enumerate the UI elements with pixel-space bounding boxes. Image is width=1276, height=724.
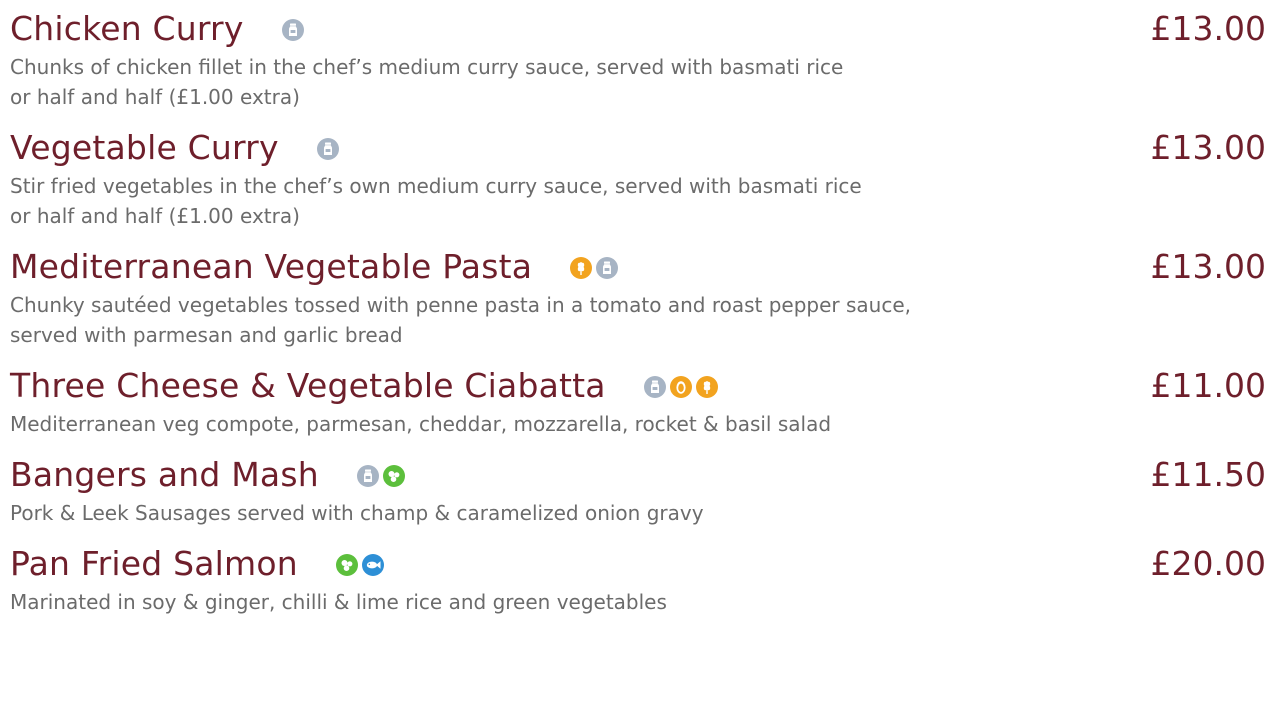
dish-name: Bangers and Mash [10,455,319,494]
allergen-icons [316,138,339,160]
allergen-icons [356,465,405,487]
fish-icon [361,554,384,576]
dish-price: £13.00 [1150,9,1266,48]
allergen-icons [335,554,384,576]
mustard-icon [382,465,405,487]
dish-name: Mediterranean Vegetable Pasta [10,247,533,286]
milk-icon [281,19,304,41]
allergen-icons [281,19,304,41]
dish-name: Pan Fried Salmon [10,544,298,583]
menu-item: Vegetable Curry £13.00 Stir fried vegeta… [10,125,1266,231]
menu-item: Bangers and Mash £11.50 Pork & Leek Saus… [10,452,1266,528]
dish-description: Chunky sautéed vegetables tossed with pe… [10,293,912,347]
milk-icon [316,138,339,160]
menu-item: Mediterranean Vegetable Pasta £13.00 Chu… [10,244,1266,350]
menu-item-header: Mediterranean Vegetable Pasta £13.00 [10,244,1266,290]
milk-icon [643,376,666,398]
menu-item-header: Vegetable Curry £13.00 [10,125,1266,171]
menu-item-header: Bangers and Mash £11.50 [10,452,1266,498]
allergen-icons [643,376,718,398]
allergen-icons [570,257,619,279]
dish-price: £13.00 [1150,247,1266,286]
milk-icon [596,257,619,279]
dish-description: Pork & Leek Sausages served with champ &… [10,501,704,525]
dish-description: Mediterranean veg compote, parmesan, che… [10,412,832,436]
menu-item-header: Chicken Curry £13.00 [10,6,1266,52]
dish-name: Chicken Curry [10,9,244,48]
dish-price: £11.50 [1150,455,1266,494]
mustard-icon [335,554,358,576]
milk-icon [356,465,379,487]
dish-description: Marinated in soy & ginger, chilli & lime… [10,590,667,614]
dish-name: Vegetable Curry [10,128,279,167]
dish-description: Chunks of chicken fillet in the chef’s m… [10,55,844,109]
dish-price: £13.00 [1150,128,1266,167]
gluten-icon [570,257,593,279]
menu-item: Pan Fried Salmon £20.00 Marinated in soy… [10,541,1266,617]
egg-icon [669,376,692,398]
dish-name: Three Cheese & Vegetable Ciabatta [10,366,606,405]
dish-price: £20.00 [1150,544,1266,583]
menu-item-header: Pan Fried Salmon £20.00 [10,541,1266,587]
dish-price: £11.00 [1150,366,1266,405]
gluten-icon [695,376,718,398]
dish-description: Stir fried vegetables in the chef’s own … [10,174,862,228]
menu-item: Three Cheese & Vegetable Ciabatta £11.00… [10,363,1266,439]
menu-list: Chicken Curry £13.00 Chunks of chicken f… [10,0,1266,614]
menu-item-header: Three Cheese & Vegetable Ciabatta £11.00 [10,363,1266,409]
menu-item: Chicken Curry £13.00 Chunks of chicken f… [10,6,1266,112]
